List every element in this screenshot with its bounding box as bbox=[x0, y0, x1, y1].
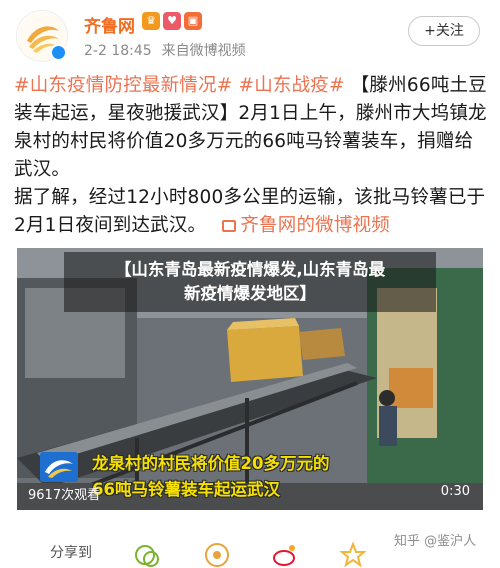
video-title-line-2: 新疫情爆发地区】 bbox=[184, 284, 316, 303]
heart-badge-icon: ♥ bbox=[163, 12, 181, 30]
vip-crown-icon: ♛ bbox=[142, 12, 160, 30]
post-body: #山东疫情防控最新情况# #山东战疫# 【滕州66吨土豆装车起运，星夜驰援武汉】… bbox=[14, 72, 490, 240]
channel-logo-icon bbox=[40, 452, 78, 482]
account-badges: ♛ ♥ ▣ bbox=[142, 12, 202, 32]
video-source-label: 齐鲁网的微博视频 bbox=[240, 215, 390, 236]
zhihu-watermark: 知乎 @鉴沪人 bbox=[394, 534, 477, 549]
follow-button[interactable]: +关注 bbox=[408, 16, 480, 46]
post-time: 2-2 18:45 bbox=[84, 43, 152, 59]
share-label: 分享到 bbox=[50, 545, 92, 561]
post-header: 齐鲁网 ♛ ♥ ▣ 2-2 18:45 来自微博视频 +关注 bbox=[0, 0, 500, 70]
video-icon bbox=[222, 220, 237, 232]
hashtag-link[interactable]: #山东疫情防控最新情况# bbox=[14, 75, 232, 96]
weibo-icon[interactable] bbox=[272, 542, 298, 568]
view-count: 9617次观看 bbox=[28, 488, 101, 503]
video-source-link[interactable]: 齐鲁网的微博视频 bbox=[222, 215, 390, 236]
video-title-line-1: 【山东青岛最新疫情爆发,山东青岛最 bbox=[114, 260, 386, 279]
video-duration: 0:30 bbox=[440, 484, 470, 499]
video-caption-line-1: 龙泉村的村民将价值20多万元的 bbox=[92, 454, 330, 473]
wechat-icon[interactable] bbox=[134, 542, 160, 568]
post-source: 来自微博视频 bbox=[161, 43, 246, 59]
verified-badge-icon bbox=[50, 44, 67, 61]
post-meta: 2-2 18:45 来自微博视频 bbox=[84, 40, 246, 60]
account-name[interactable]: 齐鲁网 bbox=[84, 12, 135, 37]
video-title-overlay: 【山东青岛最新疫情爆发,山东青岛最 新疫情爆发地区】 bbox=[64, 252, 436, 312]
qq-zone-star-icon[interactable] bbox=[340, 542, 366, 568]
moments-icon[interactable] bbox=[204, 542, 230, 568]
hashtag-link[interactable]: #山东战疫# bbox=[239, 75, 345, 96]
medal-badge-icon: ▣ bbox=[184, 12, 202, 30]
video-caption-line-2: 66吨马铃薯装车起运武汉 bbox=[92, 480, 280, 499]
